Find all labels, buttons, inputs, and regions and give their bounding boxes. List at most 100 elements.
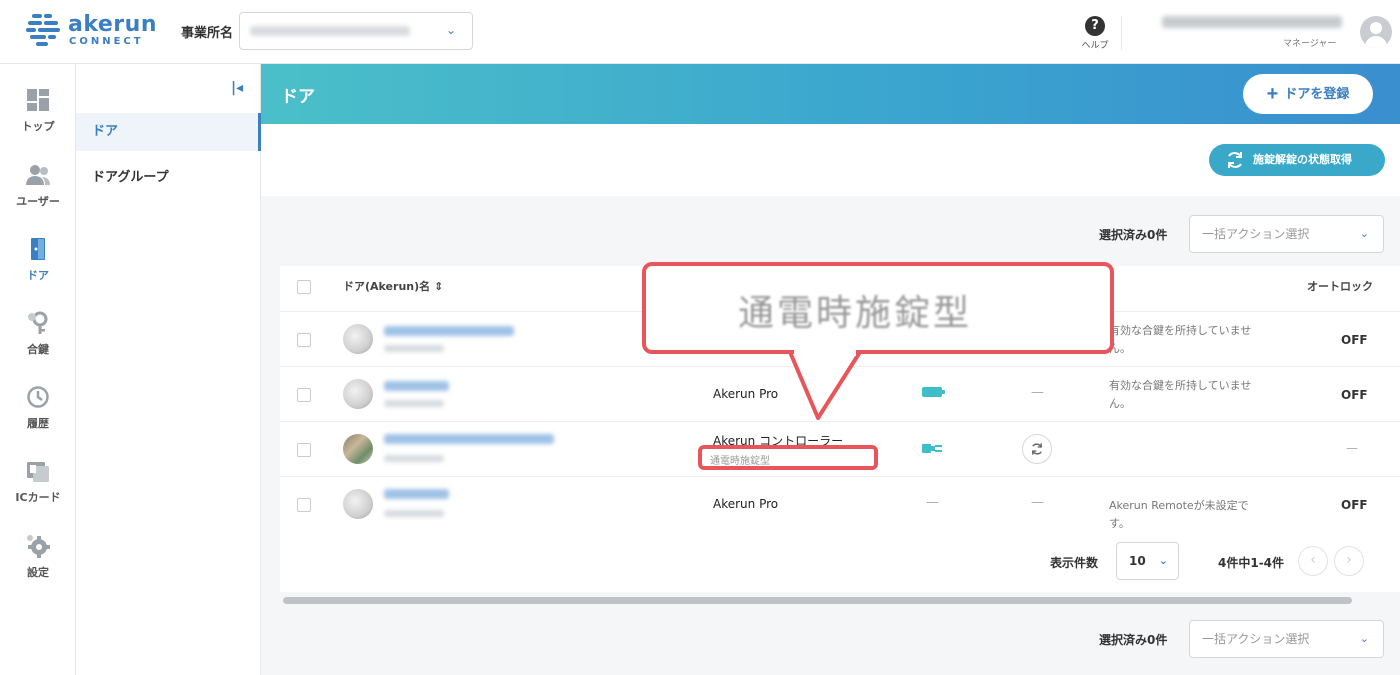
office-select[interactable]: ⌄: [239, 12, 473, 50]
akerun-device-image: [343, 489, 373, 519]
horizontal-scrollbar[interactable]: [283, 597, 1352, 604]
callout-text: 通電時施錠型: [738, 293, 973, 334]
logo-mark-icon: [26, 14, 60, 46]
row-checkbox[interactable]: [297, 443, 311, 457]
row-checkbox[interactable]: [297, 498, 311, 512]
per-page-select[interactable]: 10 ⌄: [1116, 542, 1179, 580]
fetch-lock-status-button[interactable]: 施錠解錠の状態取得: [1209, 144, 1385, 176]
door-icon: [31, 238, 45, 260]
door-name-redacted[interactable]: [384, 434, 554, 444]
bulk-action-placeholder: 一括アクション選択: [1202, 227, 1310, 241]
next-page-button[interactable]: ›: [1334, 546, 1364, 576]
nav-label: ICカード: [15, 491, 61, 504]
register-door-label: ドアを登録: [1284, 86, 1350, 101]
collapse-sidebar-icon[interactable]: |◂: [231, 80, 243, 96]
nav-label: 履歴: [27, 417, 49, 430]
per-page-value: 10: [1129, 554, 1146, 568]
bulk-action-select[interactable]: 一括アクション選択 ⌄: [1189, 215, 1384, 253]
page-banner: ドア + ドアを登録: [261, 64, 1400, 124]
nav-item-door[interactable]: ドア: [0, 237, 76, 307]
status-empty: —: [926, 495, 939, 510]
callout-joint: [794, 346, 856, 356]
nav-item-top[interactable]: トップ: [0, 88, 76, 158]
avatar[interactable]: [1360, 16, 1392, 48]
column-autolock: オートロック: [1307, 280, 1373, 293]
header-divider: [1121, 16, 1122, 50]
chevron-down-icon: ⌄: [1359, 227, 1369, 240]
users-icon: [26, 165, 50, 185]
per-page-label: 表示件数: [1050, 556, 1099, 570]
nav-item-keys[interactable]: 合鍵: [0, 311, 76, 381]
ic-card-icon: [27, 462, 49, 482]
chevron-down-icon: ⌄: [445, 23, 456, 37]
select-all-checkbox[interactable]: [297, 280, 311, 294]
prev-page-button[interactable]: ‹: [1298, 546, 1328, 576]
status-empty: —: [1031, 495, 1044, 510]
door-id-redacted: [384, 345, 444, 352]
nav-label: 設定: [27, 566, 49, 579]
door-id-redacted: [384, 400, 444, 407]
akerun-device-image: [343, 379, 373, 409]
register-door-button[interactable]: + ドアを登録: [1243, 74, 1373, 114]
key-status: Akerun Remoteが未設定です。: [1109, 499, 1249, 530]
autolock-value: OFF: [1341, 388, 1368, 402]
subnav-item-door[interactable]: ドア: [76, 113, 261, 151]
nav-label: 合鍵: [27, 343, 49, 356]
door-name-redacted[interactable]: [384, 381, 449, 391]
logo-text: akerun: [68, 12, 157, 37]
nav-item-settings[interactable]: 設定: [0, 534, 76, 604]
annotation-callout: 通電時施錠型: [642, 262, 1114, 354]
fetch-lock-status-label: 施錠解錠の状態取得: [1253, 154, 1352, 166]
refresh-icon: [1032, 443, 1042, 455]
nav-item-ic-card[interactable]: ICカード: [0, 459, 76, 529]
annotation-highlight: [698, 445, 878, 470]
logo-subtext: CONNECT: [69, 36, 144, 47]
help-icon: ?: [1085, 16, 1105, 36]
user-name-redacted: [1162, 16, 1342, 28]
office-label: 事業所名: [181, 26, 234, 41]
key-status: 有効な合鍵を所持していません。: [1109, 379, 1252, 410]
nav-label: トップ: [21, 120, 55, 133]
gear-icon: [27, 535, 50, 558]
plus-icon: +: [1266, 83, 1279, 105]
power-plug-icon: [922, 444, 942, 453]
nav-label: ユーザー: [16, 195, 60, 208]
door-id-redacted: [384, 510, 444, 517]
autolock-value: OFF: [1341, 333, 1368, 347]
door-name-redacted[interactable]: [384, 489, 449, 499]
model-name: Akerun Pro: [713, 387, 779, 401]
chevron-down-icon: ⌄: [1359, 632, 1369, 645]
app-header: akerun CONNECT 事業所名 ⌄ ? ヘルプ マネージャー: [0, 0, 1400, 64]
door-photo: [343, 434, 373, 464]
column-door-name[interactable]: ドア(Akerun)名 ⇕: [343, 278, 443, 294]
page-title: ドア: [281, 87, 315, 107]
bulk-action-select[interactable]: 一括アクション選択 ⌄: [1189, 620, 1384, 658]
help-button[interactable]: ? ヘルプ: [1080, 14, 1110, 51]
refresh-status-button[interactable]: [1022, 434, 1052, 464]
chevron-down-icon: ⌄: [1158, 554, 1168, 567]
nav-item-history[interactable]: 履歴: [0, 385, 76, 455]
row-checkbox[interactable]: [297, 388, 311, 402]
autolock-value: —: [1346, 441, 1358, 455]
akerun-device-image: [343, 324, 373, 354]
door-name-redacted[interactable]: [384, 326, 514, 336]
nav-item-users[interactable]: ユーザー: [0, 163, 76, 233]
subnav-item-door-group[interactable]: ドアグループ: [76, 159, 261, 197]
key-status: 有効な合鍵を所持していません。: [1109, 324, 1252, 355]
toolbar: 施錠解錠の状態取得: [261, 124, 1400, 196]
refresh-icon: [1228, 152, 1242, 168]
pagination: 表示件数 10 ⌄ 4件中1-4件 ‹ ›: [280, 542, 1400, 582]
office-name-redacted: [250, 26, 410, 36]
table-row[interactable]: Akerun Pro — 有効な合鍵を所持していません。 OFF: [280, 366, 1400, 421]
main-nav: トップ ユーザー ドア 合鍵 履歴 ICカード 設定: [0, 64, 76, 675]
autolock-value: OFF: [1341, 498, 1368, 512]
door-id-redacted: [384, 455, 444, 462]
row-checkbox[interactable]: [297, 333, 311, 347]
dashboard-icon: [27, 89, 49, 111]
akerun-logo[interactable]: akerun CONNECT: [26, 12, 156, 52]
history-icon: [27, 386, 49, 408]
table-row[interactable]: Akerun Pro — — Akerun Remoteが未設定です。 OFF: [280, 476, 1400, 531]
selected-count: 選択済み0件: [1099, 228, 1168, 242]
model-name: Akerun Pro: [713, 497, 779, 511]
selected-count: 選択済み0件: [1099, 633, 1168, 647]
